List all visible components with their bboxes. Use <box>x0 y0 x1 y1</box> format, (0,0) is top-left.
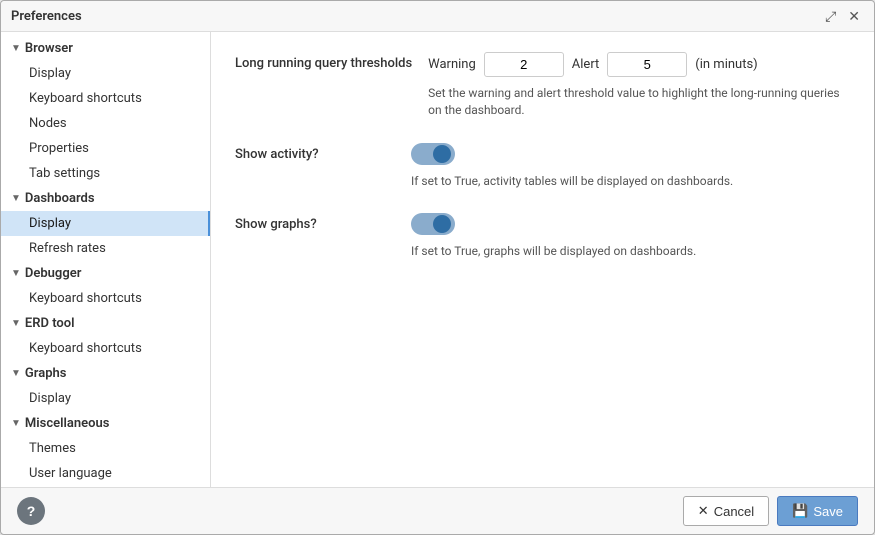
titlebar-buttons: ⤢ ✕ <box>821 7 864 25</box>
footer-left: ? <box>17 497 45 525</box>
threshold-unit: (in minuts) <box>695 57 757 72</box>
toggle-thumb <box>433 145 451 163</box>
chevron-down-icon: ▼ <box>11 43 21 54</box>
sidebar-item-misc-themes[interactable]: Themes <box>1 436 210 461</box>
threshold-inputs-row: Warning Alert (in minuts) <box>428 52 850 77</box>
chevron-down-icon: ▼ <box>11 193 21 204</box>
setting-row-thresholds: Long running query thresholds Warning Al… <box>235 52 850 119</box>
sidebar-item-browser-tab-settings[interactable]: Tab settings <box>1 161 210 186</box>
show-graphs-toggle-wrapper <box>411 213 850 235</box>
sidebar-group-erd-tool[interactable]: ▼ ERD tool <box>1 311 210 336</box>
dialog-title: Preferences <box>11 9 82 24</box>
sidebar-item-debugger-keyboard-shortcuts[interactable]: Keyboard shortcuts <box>1 286 210 311</box>
chevron-down-icon: ▼ <box>11 318 21 329</box>
setting-row-show-graphs: Show graphs? If set to True, graphs will… <box>235 213 850 260</box>
sidebar-group-miscellaneous-label: Miscellaneous <box>25 416 110 431</box>
warning-input[interactable] <box>484 52 564 77</box>
cancel-icon: ✕ <box>698 503 709 519</box>
sidebar-group-erd-label: ERD tool <box>25 316 75 331</box>
alert-input[interactable] <box>607 52 687 77</box>
threshold-label: Long running query thresholds <box>235 52 412 71</box>
alert-label: Alert <box>572 57 600 72</box>
dialog-titlebar: Preferences ⤢ ✕ <box>1 1 874 32</box>
setting-row-show-activity: Show activity? If set to True, activity … <box>235 143 850 190</box>
sidebar-item-browser-display[interactable]: Display <box>1 61 210 86</box>
cancel-button[interactable]: ✕ Cancel <box>683 496 769 526</box>
chevron-down-icon: ▼ <box>11 368 21 379</box>
show-activity-toggle-wrapper <box>411 143 850 165</box>
dialog-body: ▼ Browser Display Keyboard shortcuts Nod… <box>1 32 874 487</box>
save-label: Save <box>813 504 843 519</box>
sidebar-group-browser[interactable]: ▼ Browser <box>1 36 210 61</box>
sidebar-item-dashboards-display[interactable]: Display <box>1 211 210 236</box>
show-graphs-toggle[interactable] <box>411 213 455 235</box>
sidebar-item-erd-keyboard-shortcuts[interactable]: Keyboard shortcuts <box>1 336 210 361</box>
main-content: Long running query thresholds Warning Al… <box>211 32 874 487</box>
chevron-down-icon: ▼ <box>11 268 21 279</box>
cancel-label: Cancel <box>714 504 754 519</box>
sidebar-item-graphs-display[interactable]: Display <box>1 386 210 411</box>
save-button[interactable]: 💾 Save <box>777 496 858 526</box>
sidebar-group-graphs[interactable]: ▼ Graphs <box>1 361 210 386</box>
show-graphs-control: If set to True, graphs will be displayed… <box>411 213 850 260</box>
show-activity-help-text: If set to True, activity tables will be … <box>411 173 850 190</box>
sidebar-group-debugger[interactable]: ▼ Debugger <box>1 261 210 286</box>
sidebar-group-browser-label: Browser <box>25 41 73 56</box>
sidebar-group-graphs-label: Graphs <box>25 366 67 381</box>
sidebar-item-dashboards-refresh-rates[interactable]: Refresh rates <box>1 236 210 261</box>
footer-right: ✕ Cancel 💾 Save <box>683 496 858 526</box>
sidebar-group-miscellaneous[interactable]: ▼ Miscellaneous <box>1 411 210 436</box>
close-button[interactable]: ✕ <box>844 7 864 25</box>
sidebar-group-dashboards[interactable]: ▼ Dashboards <box>1 186 210 211</box>
preferences-dialog: Preferences ⤢ ✕ ▼ Browser Display Keyboa… <box>0 0 875 535</box>
help-button[interactable]: ? <box>17 497 45 525</box>
sidebar: ▼ Browser Display Keyboard shortcuts Nod… <box>1 32 211 487</box>
threshold-control: Warning Alert (in minuts) Set the warnin… <box>428 52 850 119</box>
show-graphs-label: Show graphs? <box>235 213 395 232</box>
sidebar-item-browser-properties[interactable]: Properties <box>1 136 210 161</box>
sidebar-item-misc-user-language[interactable]: User language <box>1 461 210 486</box>
show-graphs-help-text: If set to True, graphs will be displayed… <box>411 243 850 260</box>
sidebar-item-browser-keyboard-shortcuts[interactable]: Keyboard shortcuts <box>1 86 210 111</box>
sidebar-item-browser-nodes[interactable]: Nodes <box>1 111 210 136</box>
sidebar-group-debugger-label: Debugger <box>25 266 82 281</box>
show-activity-label: Show activity? <box>235 143 395 162</box>
dialog-footer: ? ✕ Cancel 💾 Save <box>1 487 874 534</box>
expand-button[interactable]: ⤢ <box>821 7 840 25</box>
warning-label: Warning <box>428 57 476 72</box>
show-activity-toggle[interactable] <box>411 143 455 165</box>
threshold-help-text: Set the warning and alert threshold valu… <box>428 85 850 119</box>
show-activity-control: If set to True, activity tables will be … <box>411 143 850 190</box>
sidebar-group-dashboards-label: Dashboards <box>25 191 95 206</box>
chevron-down-icon: ▼ <box>11 418 21 429</box>
save-icon: 💾 <box>792 503 808 519</box>
